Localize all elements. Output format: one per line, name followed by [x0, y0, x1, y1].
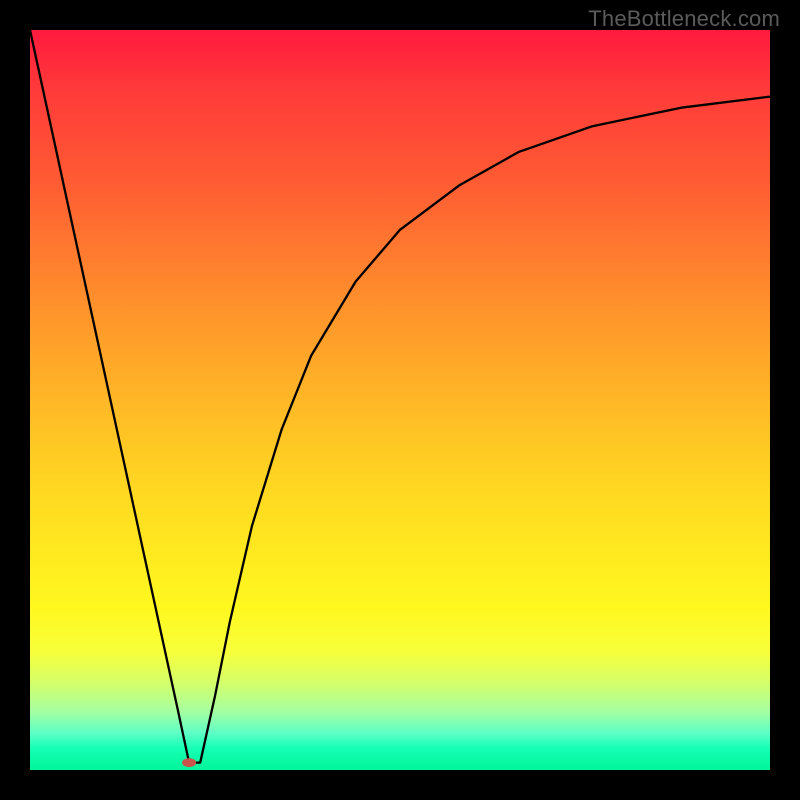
minimum-marker: [182, 758, 196, 767]
watermark-text: TheBottleneck.com: [588, 6, 780, 32]
plot-area: [30, 30, 770, 770]
plot-svg: [30, 30, 770, 770]
chart-frame: TheBottleneck.com: [0, 0, 800, 800]
curve-line: [30, 30, 770, 763]
